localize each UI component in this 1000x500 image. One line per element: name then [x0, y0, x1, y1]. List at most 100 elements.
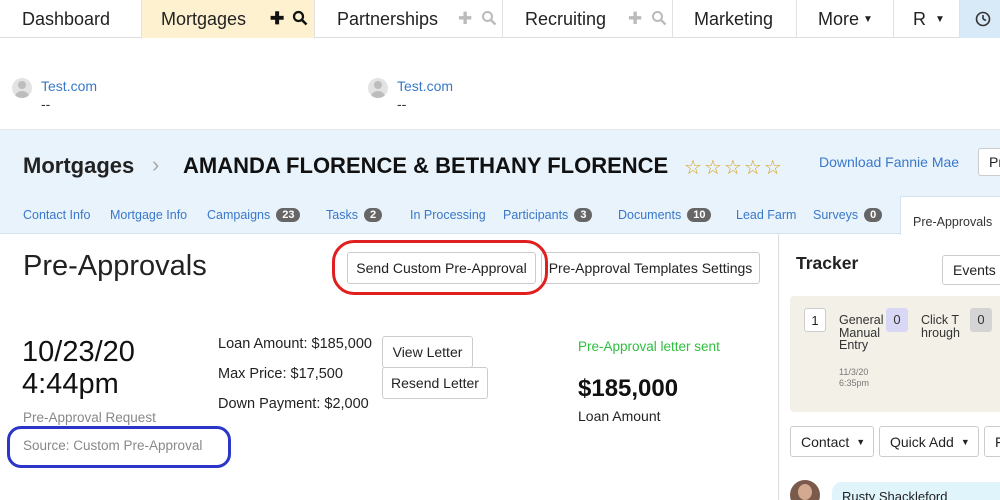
subtab-label: Surveys: [813, 208, 859, 222]
subtab-campaigns[interactable]: Campaigns 23: [207, 208, 301, 222]
down-payment-detail: Down Payment: $2,000: [218, 396, 369, 412]
subtab-label: Contact Info: [23, 208, 91, 222]
contact-detail: --: [397, 96, 407, 112]
loan-amount-detail: Loan Amount: $185,000: [218, 336, 372, 352]
record-header: Mortgages › AMANDA FLORENCE & BETHANY FL…: [0, 130, 1000, 235]
search-icon[interactable]: [292, 10, 308, 26]
subtab-contact-info[interactable]: Contact Info: [23, 208, 90, 222]
nav-tab-label: Dashboard: [22, 8, 111, 29]
loan-amount-label: Loan Amount: [578, 408, 661, 424]
clock-icon: [975, 11, 991, 27]
page-title: AMANDA FLORENCE & BETHANY FLORENCE: [183, 153, 669, 178]
dropdown-label: Quick Add: [890, 433, 954, 450]
clock-button[interactable]: [960, 0, 1000, 38]
view-letter-button[interactable]: View Letter: [382, 336, 473, 368]
subtab-surveys[interactable]: Surveys 0: [813, 208, 883, 222]
star-icon[interactable]: ☆: [684, 157, 704, 179]
pre-approval-templates-settings-button[interactable]: Pre-Approval Templates Settings: [541, 252, 760, 284]
nav-tab-label: Recruiting: [525, 8, 607, 29]
subtab-label: Mortgage Info: [110, 208, 188, 222]
subtab-label: Participants: [503, 208, 569, 222]
subtab-label: Tasks: [326, 208, 358, 222]
count-badge: 10: [687, 208, 712, 222]
contact-link[interactable]: Test.com: [397, 78, 453, 94]
nav-user-dropdown[interactable]: R ▼: [894, 0, 960, 38]
annotation-circle-red: [332, 240, 548, 295]
panel-divider: [778, 234, 779, 500]
contact-card: Test.com --: [368, 78, 453, 112]
star-icon[interactable]: ☆: [744, 157, 764, 179]
plus-icon[interactable]: ✚: [628, 9, 642, 29]
caret-down-icon: ▼: [856, 436, 866, 447]
contact-detail: --: [41, 96, 51, 112]
subtab-label: Pre-Approvals: [913, 215, 993, 229]
star-icon[interactable]: ☆: [704, 157, 724, 179]
nav-tab-label: Marketing: [694, 8, 774, 29]
subtab-lead-farm[interactable]: Lead Farm: [736, 208, 796, 222]
download-fannie-mae-link[interactable]: Download Fannie Mae: [819, 154, 959, 170]
caret-down-icon: ▼: [863, 13, 873, 25]
activity-chip[interactable]: Rusty Shackleford: [832, 482, 1000, 500]
partial-dropdown[interactable]: F: [984, 426, 1000, 457]
tracker-summary: 1 General Manual Entry 11/3/20 6:35pm 0 …: [790, 296, 1000, 412]
entry-date: 10/23/20: [22, 336, 135, 368]
count-badge: 0: [864, 208, 883, 222]
max-price-detail: Max Price: $17,500: [218, 366, 343, 382]
subtab-label: Documents: [618, 208, 682, 222]
plus-icon[interactable]: ✚: [458, 9, 472, 29]
caret-down-icon: ▼: [960, 436, 970, 447]
subtab-tasks[interactable]: Tasks 2: [326, 208, 383, 222]
search-icon[interactable]: [651, 10, 667, 26]
nav-tab-partnerships[interactable]: Partnerships ✚: [315, 0, 503, 38]
nav-tab-label: R: [913, 8, 926, 29]
search-icon[interactable]: [481, 10, 497, 26]
rating-stars[interactable]: ☆☆☆☆☆: [684, 155, 784, 180]
tracker-count: 0: [886, 308, 908, 332]
nav-tab-marketing[interactable]: Marketing: [673, 0, 797, 38]
subtab-label: In Processing: [410, 208, 486, 222]
nav-tab-label: More: [818, 8, 860, 29]
plus-icon[interactable]: ✚: [270, 9, 284, 29]
events-dropdown[interactable]: Events: [942, 255, 1000, 285]
subtab-documents[interactable]: Documents 10: [618, 208, 712, 222]
nav-tab-dashboard[interactable]: Dashboard: [0, 0, 142, 38]
dropdown-label: Contact: [801, 433, 850, 450]
subtab-label: Campaigns: [207, 208, 271, 222]
top-nav: Dashboard Mortgages ✚ Partnerships ✚ Rec…: [0, 0, 1000, 38]
count-badge: 23: [276, 208, 301, 222]
chevron-right-icon: ›: [152, 152, 160, 177]
star-icon[interactable]: ☆: [724, 157, 744, 179]
resend-letter-button[interactable]: Resend Letter: [382, 367, 488, 399]
breadcrumb-section[interactable]: Mortgages: [23, 153, 134, 179]
pr-button[interactable]: Pr: [978, 148, 1000, 176]
nav-tab-recruiting[interactable]: Recruiting ✚: [503, 0, 673, 38]
contact-dropdown[interactable]: Contact ▼: [790, 426, 874, 457]
contact-link[interactable]: Test.com: [41, 78, 97, 94]
nav-tab-mortgages[interactable]: Mortgages ✚: [142, 0, 315, 38]
caret-down-icon: ▼: [935, 13, 945, 25]
contact-card: Test.com --: [12, 78, 97, 112]
count-badge: 3: [574, 208, 593, 222]
tracker-title: Tracker: [796, 253, 859, 273]
subtab-participants[interactable]: Participants 3: [503, 208, 593, 222]
avatar: [368, 78, 388, 98]
subtab-mortgage-info[interactable]: Mortgage Info: [110, 208, 187, 222]
quick-add-dropdown[interactable]: Quick Add ▼: [879, 426, 979, 457]
nav-more-dropdown[interactable]: More ▼: [797, 0, 894, 38]
entry-time: 4:44pm: [22, 368, 119, 400]
count-badge: 2: [363, 208, 383, 222]
subtab-label: Lead Farm: [736, 208, 797, 222]
status-text: Pre-Approval letter sent: [578, 339, 720, 354]
section-title: Pre-Approvals: [23, 250, 207, 282]
subtab-pre-approvals[interactable]: Pre-Approvals: [900, 196, 1000, 235]
entry-type: Pre-Approval Request: [23, 410, 156, 425]
star-icon[interactable]: ☆: [764, 157, 784, 179]
subtab-in-processing[interactable]: In Processing: [410, 208, 486, 222]
dropdown-label: F: [995, 433, 1000, 450]
nav-tab-label: Partnerships: [337, 8, 439, 29]
contacts-strip: Test.com -- Test.com --: [0, 38, 1000, 130]
tracker-count: 0: [970, 308, 992, 332]
annotation-circle-blue: [7, 426, 231, 468]
avatar: [12, 78, 32, 98]
tracker-label: General Manual Entry: [839, 313, 884, 352]
